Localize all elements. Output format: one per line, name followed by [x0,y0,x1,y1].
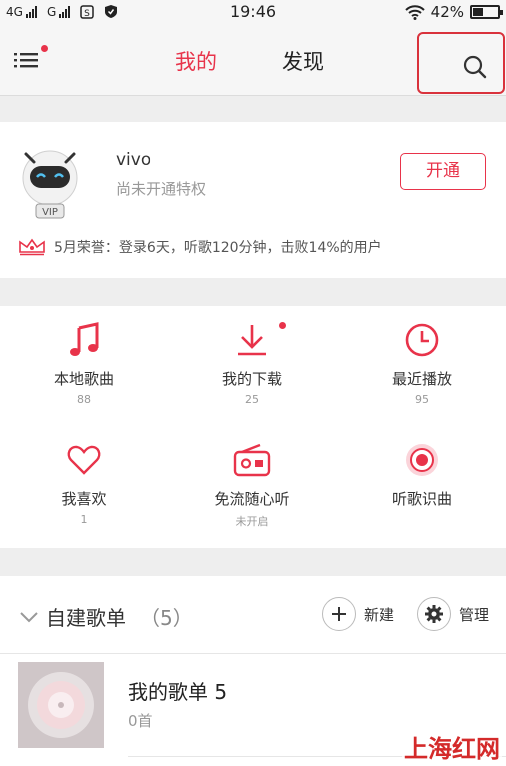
username[interactable]: vivo [116,150,151,170]
playlist-name: 我的歌单 5 [128,680,228,704]
music-note-icon [70,322,99,356]
playlist-toggle[interactable]: 自建歌单 （5） [20,602,193,631]
grid-item-count: 88 [77,393,91,406]
manage-playlists-button[interactable]: 管理 [417,597,489,631]
battery-icon [470,5,503,19]
playlist-song-count: 0首 [128,712,153,730]
grid-item-local-songs[interactable]: 本地歌曲 88 [0,320,168,406]
clock-icon [405,323,439,357]
grid-item-label: 我的下载 [221,370,282,388]
grid-item-recent[interactable]: 最近播放 95 [338,320,506,406]
status-bar: 4G G S 19:46 42% [0,0,506,26]
menu-icon [14,53,38,68]
playlist-section-header: 自建歌单 （5） 新建 管理 [0,576,506,654]
feature-grid: 本地歌曲 88 我的下载 25 最近播放 95 我喜欢 1 免流随心听 未开启 … [0,306,506,548]
grid-item-count: 1 [80,513,88,526]
new-download-dot [279,322,286,329]
menu-button[interactable] [14,45,48,73]
profile-card: VIP vivo 尚未开通特权 开通 5月荣誉：登录6天，听歌120分钟，击败1… [0,122,506,278]
notification-dot [41,45,48,52]
radio-icon [233,443,271,477]
grid-item-label: 免流随心听 [214,490,290,508]
grid-item-downloads[interactable]: 我的下载 25 [168,320,336,406]
new-playlist-button[interactable]: 新建 [322,597,394,631]
robot-avatar-icon: VIP [22,150,78,219]
vip-badge-text: VIP [42,207,58,218]
grid-item-label: 听歌识曲 [391,490,452,508]
chevron-down-icon [20,611,38,622]
grid-item-recognize[interactable]: 听歌识曲 [338,440,506,513]
avatar[interactable]: VIP [18,140,82,220]
playlist-section-count: （5） [140,606,193,630]
grid-item-favorites[interactable]: 我喜欢 1 [0,440,168,526]
grid-item-free-streaming[interactable]: 免流随心听 未开启 [168,440,336,529]
grid-item-status: 未开启 [235,515,269,528]
playlist-section-title: 自建歌单 [46,606,126,630]
tab-mine[interactable]: 我的 [175,46,217,76]
redacted-overlay [150,144,290,170]
vinyl-disc-icon [28,672,94,738]
honor-text: 5月荣誉：登录6天，听歌120分钟，击败14%的用户 [54,240,382,256]
download-icon [238,325,266,356]
recognize-icon [406,444,438,476]
playlist-cover [18,662,104,748]
battery-percent: 42% [430,3,464,21]
privilege-status: 尚未开通特权 [116,180,207,198]
watermark: 上海红网 [402,729,502,764]
new-playlist-label: 新建 [364,605,395,624]
tab-discover[interactable]: 发现 [282,46,324,76]
search-icon [463,55,487,79]
open-vip-button[interactable]: 开通 [400,153,486,190]
top-nav: 我的 发现 [0,26,506,96]
manage-label: 管理 [459,605,490,624]
monthly-honor[interactable]: 5月荣誉：登录6天，听歌120分钟，击败14%的用户 [18,237,382,257]
grid-item-label: 本地歌曲 [53,370,114,388]
grid-item-count: 95 [415,393,429,406]
grid-item-count: 25 [245,393,259,406]
wifi-icon [404,4,425,20]
heart-icon [67,445,101,475]
crown-icon [19,238,45,256]
grid-item-label: 最近播放 [391,370,452,388]
plus-icon [322,597,356,631]
status-right: 42% [404,3,503,21]
grid-item-label: 我喜欢 [61,490,107,508]
battery-fill [473,8,483,16]
search-button[interactable] [417,32,505,94]
gear-icon [417,597,451,631]
